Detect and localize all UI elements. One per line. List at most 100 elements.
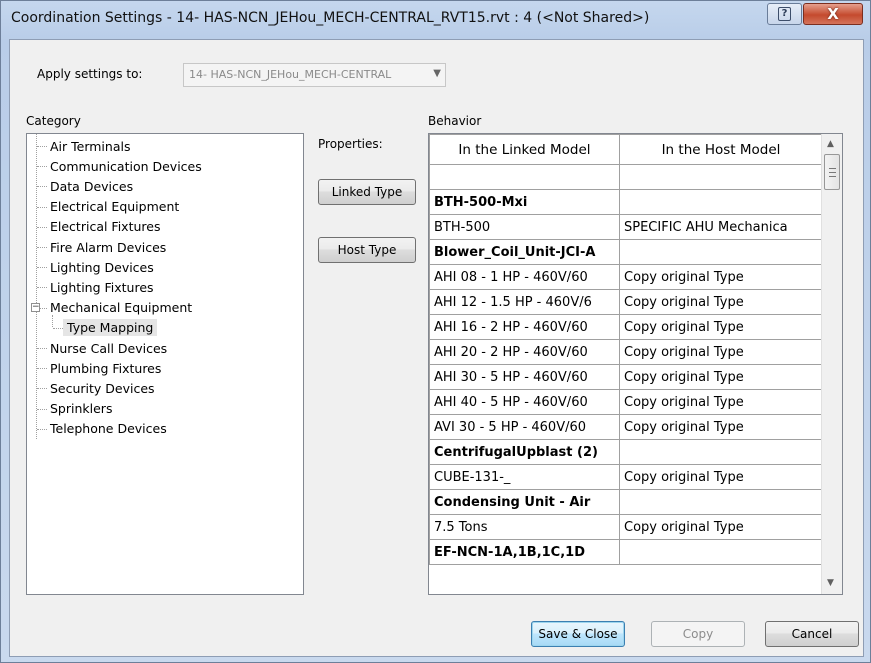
host-type-cell[interactable] <box>619 164 823 190</box>
table-row[interactable]: CUBE-131-_ Copy original Type <box>429 464 823 490</box>
linked-type-cell[interactable]: AHI 08 - 1 HP - 460V/60 <box>429 264 620 290</box>
linked-type-cell[interactable]: AHI 40 - 5 HP - 460V/60 <box>429 389 620 415</box>
tree-item-label: Fire Alarm Devices <box>50 239 167 255</box>
linked-type-cell[interactable]: AHI 16 - 2 HP - 460V/60 <box>429 314 620 340</box>
linked-type-cell[interactable]: EF-NCN-1A,1B,1C,1D <box>429 539 620 565</box>
tree-item[interactable]: Fire Alarm Devices <box>27 237 303 257</box>
host-type-cell[interactable] <box>619 539 823 565</box>
save-close-button[interactable]: Save & Close <box>531 621 625 647</box>
host-type-cell[interactable]: Copy original Type <box>619 389 823 415</box>
table-row[interactable]: AHI 12 - 1.5 HP - 460V/6 Copy original Ty… <box>429 289 823 315</box>
tree-item-label: Nurse Call Devices <box>50 340 168 356</box>
tree-item[interactable]: Sprinklers <box>27 399 303 419</box>
coordination-settings-window: Coordination Settings - 14- HAS-NCN_JEHo… <box>0 0 871 663</box>
group-row[interactable]: EF-NCN-1A,1B,1C,1D <box>429 539 823 565</box>
linked-type-cell[interactable]: Condensing Unit - Air <box>429 489 620 515</box>
category-tree[interactable]: Air Terminals Communication Devices Data D… <box>26 133 304 595</box>
table-row[interactable]: AHI 40 - 5 HP - 460V/60 Copy original Typ… <box>429 389 823 415</box>
vertical-scrollbar[interactable]: ▲ ▼ <box>821 134 842 594</box>
linked-type-cell[interactable]: AHI 30 - 5 HP - 460V/60 <box>429 364 620 390</box>
column-header-host[interactable]: In the Host Model <box>619 134 823 165</box>
table-row[interactable]: 7.5 Tons Copy original Type <box>429 514 823 540</box>
linked-type-cell[interactable] <box>429 164 620 190</box>
linked-type-cell[interactable]: AHI 12 - 1.5 HP - 460V/6 <box>429 289 620 315</box>
tree-item[interactable]: Lighting Fixtures <box>27 277 303 297</box>
tree-item[interactable]: Security Devices <box>27 378 303 398</box>
table-row[interactable]: AHI 16 - 2 HP - 460V/60 Copy original Typ… <box>429 314 823 340</box>
tree-item[interactable]: Data Devices <box>27 176 303 196</box>
host-type-cell[interactable]: SPECIFIC AHU Mechanica <box>619 214 823 240</box>
group-row[interactable]: Blower_Coil_Unit-JCI-A <box>429 239 823 265</box>
group-row[interactable]: BTH-500-Mxi <box>429 189 823 215</box>
tree-item[interactable]: Air Terminals <box>27 136 303 156</box>
help-button[interactable]: ? <box>767 3 802 25</box>
grip-line <box>829 168 836 169</box>
host-type-cell[interactable]: Copy original Type <box>619 339 823 365</box>
tree-connector <box>37 226 47 228</box>
host-type-cell[interactable]: Copy original Type <box>619 364 823 390</box>
table-row[interactable]: AHI 08 - 1 HP - 460V/60 Copy original Typ… <box>429 264 823 290</box>
linked-type-cell[interactable]: BTH-500 <box>429 214 620 240</box>
table-row[interactable]: AVI 30 - 5 HP - 460V/60 Copy original Typ… <box>429 414 823 440</box>
scroll-up-icon[interactable]: ▲ <box>827 139 834 149</box>
table-row[interactable]: BTH-500 SPECIFIC AHU Mechanica <box>429 214 823 240</box>
host-type-cell[interactable] <box>619 439 823 465</box>
host-type-cell[interactable]: Copy original Type <box>619 314 823 340</box>
linked-type-cell[interactable]: Blower_Coil_Unit-JCI-A <box>429 239 620 265</box>
host-type-cell[interactable]: Copy original Type <box>619 464 823 490</box>
group-row[interactable]: CentrifugalUpblast (2) <box>429 439 823 465</box>
tree-connector <box>37 408 47 410</box>
tree-item-label: Data Devices <box>50 178 134 194</box>
table-row[interactable] <box>429 164 823 190</box>
tree-item[interactable]: Telephone Devices <box>27 419 303 439</box>
cancel-button[interactable]: Cancel <box>765 621 859 647</box>
scroll-down-icon[interactable]: ▼ <box>827 578 834 588</box>
tree-item[interactable]: − Mechanical Equipment <box>27 298 303 318</box>
tree-item-label: Plumbing Fixtures <box>50 360 162 376</box>
tree-connector <box>37 267 47 269</box>
linked-type-cell[interactable]: 7.5 Tons <box>429 514 620 540</box>
linked-type-cell[interactable]: CentrifugalUpblast (2) <box>429 439 620 465</box>
host-type-cell[interactable]: Copy original Type <box>619 514 823 540</box>
tree-item[interactable]: Electrical Fixtures <box>27 217 303 237</box>
tree-item-label: Mechanical Equipment <box>50 300 193 316</box>
apply-settings-select[interactable]: 14- HAS-NCN_JEHou_MECH-CENTRAL ▼ <box>183 63 446 87</box>
collapse-icon[interactable]: − <box>31 302 40 312</box>
table-row[interactable]: AHI 20 - 2 HP - 460V/60 Copy original Typ… <box>429 339 823 365</box>
tree-connector <box>37 368 47 370</box>
tree-connector <box>37 348 47 349</box>
group-row[interactable]: Condensing Unit - Air <box>429 489 823 515</box>
tree-item[interactable]: Plumbing Fixtures <box>27 358 303 378</box>
tree-item-label: Security Devices <box>50 380 155 396</box>
linked-type-cell[interactable]: AHI 20 - 2 HP - 460V/60 <box>429 339 620 365</box>
host-type-cell[interactable]: Copy original Type <box>619 414 823 440</box>
category-label: Category <box>26 114 81 128</box>
scrollbar-thumb[interactable] <box>824 154 840 190</box>
behavior-grid[interactable]: In the Linked Model In the Host Model BT… <box>428 133 843 595</box>
title-bar[interactable]: Coordination Settings - 14- HAS-NCN_JEHo… <box>1 1 870 37</box>
host-type-cell[interactable] <box>619 239 823 265</box>
host-type-button[interactable]: Host Type <box>318 237 416 263</box>
behavior-label: Behavior <box>428 114 482 128</box>
close-button[interactable]: X <box>803 3 863 25</box>
tree-item[interactable]: Electrical Equipment <box>27 197 303 217</box>
table-row[interactable]: AHI 30 - 5 HP - 460V/60 Copy original Typ… <box>429 364 823 390</box>
tree-item[interactable]: Communication Devices <box>27 156 303 176</box>
host-type-cell[interactable] <box>619 489 823 515</box>
copy-button[interactable]: Copy <box>651 621 745 647</box>
tree-item-type-mapping[interactable]: Type Mapping <box>27 318 303 338</box>
linked-type-cell[interactable]: BTH-500-Mxi <box>429 189 620 215</box>
tree-item[interactable]: Lighting Devices <box>27 257 303 277</box>
tree-connector <box>37 287 47 289</box>
column-header-linked[interactable]: In the Linked Model <box>429 134 620 165</box>
linked-type-cell[interactable]: AVI 30 - 5 HP - 460V/60 <box>429 414 620 440</box>
tree-item[interactable]: Nurse Call Devices <box>27 338 303 358</box>
linked-type-button[interactable]: Linked Type <box>318 179 416 205</box>
close-icon: X <box>827 5 839 23</box>
host-type-cell[interactable]: Copy original Type <box>619 264 823 290</box>
host-type-cell[interactable] <box>619 189 823 215</box>
linked-type-cell[interactable]: CUBE-131-_ <box>429 464 620 490</box>
host-type-cell[interactable]: Copy original Type <box>619 289 823 315</box>
tree-item-label: Electrical Fixtures <box>50 219 161 235</box>
window-title: Coordination Settings - 14- HAS-NCN_JEHo… <box>11 10 650 26</box>
